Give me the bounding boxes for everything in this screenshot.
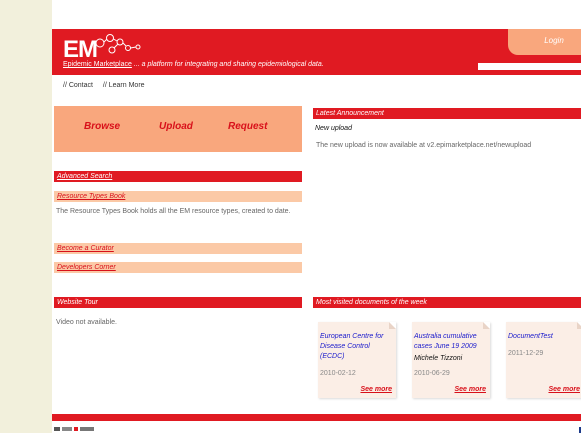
document-date: 2010-02-12	[320, 370, 356, 377]
see-more-link[interactable]: See more	[548, 386, 580, 393]
document-title[interactable]: DocumentTest	[508, 332, 580, 342]
tagline-text: ... a platform for integrating and shari…	[133, 61, 324, 68]
site-tagline: Epidemic Marketplace ... a platform for …	[63, 61, 324, 68]
video-placeholder-text: Video not available.	[56, 319, 117, 326]
document-card[interactable]: Australia cumulative cases June 19 2009 …	[412, 322, 490, 398]
request-button[interactable]: Request	[228, 121, 267, 132]
see-more-link[interactable]: See more	[454, 386, 486, 393]
announcement-title: New upload	[315, 125, 352, 132]
nav-learn-more-link[interactable]: // Learn More	[103, 82, 145, 89]
document-date: 2010-06-29	[414, 370, 450, 377]
website-tour-label: Website Tour	[57, 299, 98, 306]
molecule-logo-icon	[95, 34, 141, 54]
nav-contact-link[interactable]: // Contact	[63, 82, 93, 89]
top-nav: // Contact // Learn More	[63, 82, 153, 89]
document-card[interactable]: European Centre for Disease Control (ECD…	[318, 322, 396, 398]
announcement-text: The new upload is now available at v2.ep…	[316, 142, 532, 149]
website-tour-header: Website Tour	[54, 297, 302, 308]
document-author: Michele Tizzoni	[414, 355, 463, 362]
login-button[interactable]: Login	[508, 29, 581, 55]
upload-button[interactable]: Upload	[159, 121, 193, 132]
page-fold-icon	[483, 322, 490, 329]
em-logo[interactable]: EM	[63, 36, 98, 64]
advanced-search-label: Advanced Search	[57, 173, 113, 180]
become-curator-label: Become a Curator	[57, 245, 114, 252]
action-panel: Browse Upload Request	[54, 106, 302, 152]
partner-logo-icon	[54, 427, 94, 431]
site-name-link[interactable]: Epidemic Marketplace	[63, 61, 132, 68]
document-title[interactable]: Australia cumulative cases June 19 2009	[414, 332, 486, 352]
page-fold-icon	[389, 322, 396, 329]
page-fold-icon	[577, 322, 581, 329]
document-title[interactable]: European Centre for Disease Control (ECD…	[320, 332, 392, 362]
see-more-link[interactable]: See more	[360, 386, 392, 393]
page: EM Epidemic Marketplace ... a platform f…	[52, 0, 581, 433]
document-card[interactable]: DocumentTest 2011-12-29 See more	[506, 322, 581, 398]
resource-types-book-label: Resource Types Book	[57, 193, 126, 200]
resource-types-description: The Resource Types Book holds all the EM…	[56, 208, 291, 215]
browse-button[interactable]: Browse	[84, 121, 120, 132]
search-input[interactable]	[478, 63, 581, 70]
footer-bar	[52, 414, 581, 421]
most-visited-header: Most visited documents of the week	[313, 297, 581, 308]
become-curator-link[interactable]: Become a Curator	[54, 243, 302, 254]
advanced-search-link[interactable]: Advanced Search	[54, 171, 302, 182]
announcement-header: Latest Announcement	[313, 108, 581, 119]
resource-types-book-link[interactable]: Resource Types Book	[54, 191, 302, 202]
site-header: EM Epidemic Marketplace ... a platform f…	[52, 29, 581, 75]
developers-corner-label: Developers Corner	[57, 264, 116, 271]
most-visited-heading: Most visited documents of the week	[316, 299, 427, 306]
developers-corner-link[interactable]: Developers Corner	[54, 262, 302, 273]
announcement-heading: Latest Announcement	[316, 110, 384, 117]
document-date: 2011-12-29	[508, 350, 544, 357]
